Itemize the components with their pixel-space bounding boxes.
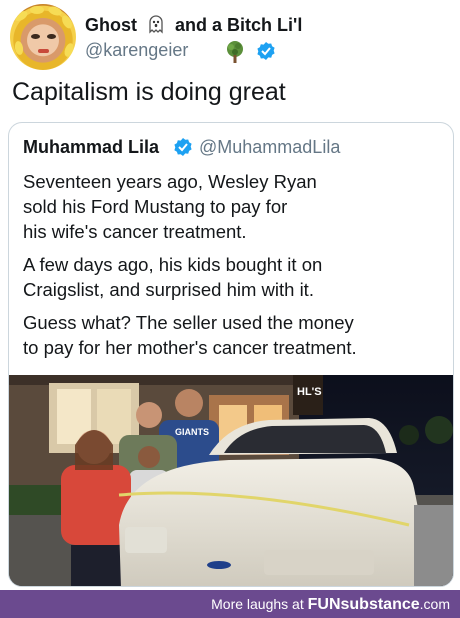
user-handle[interactable]: @karengeier bbox=[85, 40, 188, 61]
footer-prefix: More laughs at bbox=[211, 596, 304, 612]
footer-text[interactable]: More laughs at FUNsubstance.com bbox=[211, 596, 450, 614]
display-name[interactable]: Ghost and a Bitch Li'l bbox=[85, 14, 302, 39]
avatar[interactable] bbox=[10, 4, 76, 70]
tweet-photo[interactable]: HL'S GIANTS bbox=[9, 375, 453, 586]
footer-brand: FUNsubstance bbox=[307, 596, 420, 613]
quoted-paragraph: Guess what? The seller used the money to… bbox=[23, 312, 357, 358]
quoted-paragraph: Seventeen years ago, Wesley Ryan sold hi… bbox=[23, 171, 317, 242]
shirt-text: GIANTS bbox=[175, 427, 209, 437]
verified-badge-icon bbox=[173, 137, 193, 162]
tree-icon bbox=[224, 40, 246, 69]
quoted-display-name[interactable]: Muhammad Lila bbox=[23, 137, 159, 158]
display-name-suffix: and a Bitch Li'l bbox=[175, 15, 303, 35]
tweet-header: Ghost and a Bitch Li'l @karengeier bbox=[10, 4, 450, 70]
display-name-first: Ghost bbox=[85, 15, 137, 35]
ghost-icon bbox=[146, 14, 166, 39]
store-sign: HL'S bbox=[297, 386, 322, 398]
tweet-card: Ghost and a Bitch Li'l @karengeier Capit… bbox=[0, 0, 460, 590]
tweet-text: Capitalism is doing great bbox=[12, 78, 286, 106]
quoted-user-handle[interactable]: @MuhammadLila bbox=[199, 137, 340, 158]
footer-suffix: .com bbox=[419, 596, 450, 612]
site-footer: More laughs at FUNsubstance.com bbox=[0, 590, 460, 618]
verified-badge-icon bbox=[256, 41, 276, 66]
quoted-paragraph: A few days ago, his kids bought it on Cr… bbox=[23, 254, 323, 300]
quoted-tweet[interactable]: Muhammad Lila @MuhammadLila Seventeen ye… bbox=[8, 122, 454, 587]
